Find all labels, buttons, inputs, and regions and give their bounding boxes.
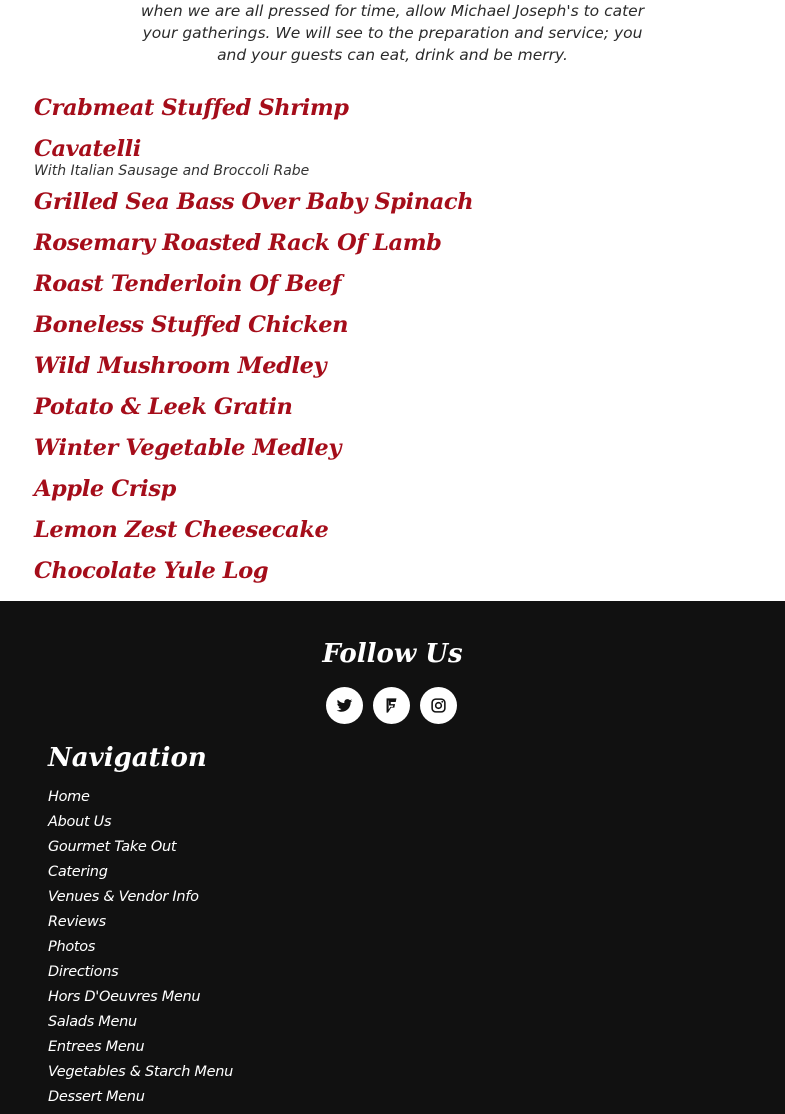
menu-item: Apple Crisp	[34, 469, 754, 510]
twitter-icon	[336, 699, 353, 712]
nav-link-gourmet-take-out[interactable]: Gourmet Take Out	[48, 835, 233, 860]
footer-nav: Home About Us Gourmet Take Out Catering …	[48, 785, 233, 1110]
dish-name: Apple Crisp	[34, 476, 176, 502]
nav-link-venues-vendor-info[interactable]: Venues & Vendor Info	[48, 885, 233, 910]
nav-link-entrees-menu[interactable]: Entrees Menu	[48, 1035, 233, 1060]
dish-name: Roast Tenderloin Of Beef	[34, 271, 342, 297]
dish-name: Grilled Sea Bass Over Baby Spinach	[34, 189, 474, 215]
dish-name: Winter Vegetable Medley	[34, 435, 342, 461]
site-footer: Follow Us Navigation Home About Us Gourm…	[0, 601, 785, 1114]
dish-name: Rosemary Roasted Rack Of Lamb	[34, 230, 442, 256]
dish-name: Lemon Zest Cheesecake	[34, 517, 329, 543]
dish-description: With Italian Sausage and Broccoli Rabe	[34, 163, 310, 179]
nav-link-reviews[interactable]: Reviews	[48, 910, 233, 935]
nav-link-catering[interactable]: Catering	[48, 860, 233, 885]
nav-link-home[interactable]: Home	[48, 785, 233, 810]
menu-item: Rosemary Roasted Rack Of Lamb	[34, 223, 754, 264]
dish-name: Crabmeat Stuffed Shrimp	[34, 95, 349, 121]
menu-item: Winter Vegetable Medley	[34, 428, 754, 469]
menu-item: Wild Mushroom Medley	[34, 346, 754, 387]
foursquare-icon	[386, 698, 397, 713]
dish-name: Boneless Stuffed Chicken	[34, 312, 349, 338]
nav-link-dessert-menu[interactable]: Dessert Menu	[48, 1085, 233, 1110]
foursquare-link[interactable]	[373, 687, 410, 724]
menu-item: Boneless Stuffed Chicken	[34, 305, 754, 346]
instagram-icon	[431, 698, 446, 713]
intro-line: your gatherings. We will see to the prep…	[142, 24, 643, 42]
dish-name: Wild Mushroom Medley	[34, 353, 327, 379]
menu-item: Potato & Leek Gratin	[34, 387, 754, 428]
menu-item: Roast Tenderloin Of Beef	[34, 264, 754, 305]
navigation-heading: Navigation	[48, 743, 207, 773]
nav-link-vegetables-starch-menu[interactable]: Vegetables & Starch Menu	[48, 1060, 233, 1085]
follow-us-heading: Follow Us	[322, 639, 463, 669]
dish-name: Potato & Leek Gratin	[34, 394, 293, 420]
twitter-link[interactable]	[326, 687, 363, 724]
instagram-link[interactable]	[420, 687, 457, 724]
menu-item: Lemon Zest Cheesecake	[34, 510, 754, 551]
intro-line: when we are all pressed for time, allow …	[140, 2, 645, 20]
menu-list: Crabmeat Stuffed Shrimp Cavatelli With I…	[34, 88, 754, 592]
intro-line: and your guests can eat, drink and be me…	[217, 46, 568, 64]
nav-link-about-us[interactable]: About Us	[48, 810, 233, 835]
nav-link-directions[interactable]: Directions	[48, 960, 233, 985]
menu-item: Chocolate Yule Log	[34, 551, 754, 592]
nav-link-photos[interactable]: Photos	[48, 935, 233, 960]
nav-link-hors-doeuvres-menu[interactable]: Hors D'Oeuvres Menu	[48, 985, 233, 1010]
menu-item: Crabmeat Stuffed Shrimp	[34, 88, 754, 129]
nav-link-salads-menu[interactable]: Salads Menu	[48, 1010, 233, 1035]
social-links	[326, 687, 457, 724]
catering-intro: when we are all pressed for time, allow …	[140, 0, 645, 66]
dish-name: Chocolate Yule Log	[34, 558, 269, 584]
menu-item: Cavatelli With Italian Sausage and Brocc…	[34, 129, 754, 180]
menu-item: Grilled Sea Bass Over Baby Spinach	[34, 182, 754, 223]
